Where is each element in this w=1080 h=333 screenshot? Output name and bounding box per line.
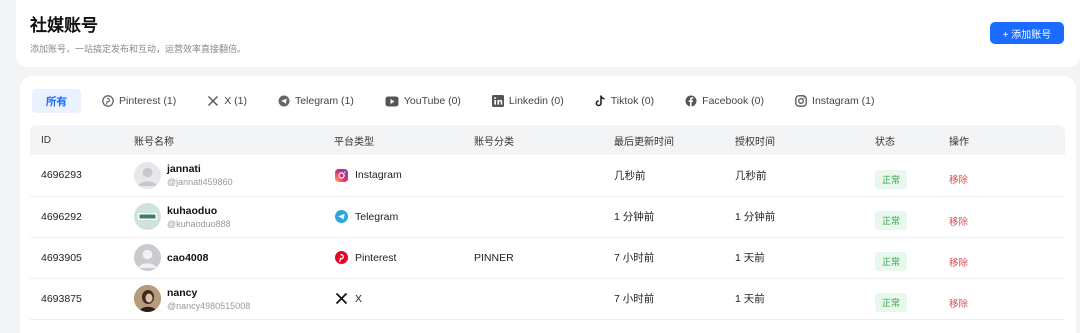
table-header-row: ID 账号名称 平台类型 账号分类 最后更新时间 授权时间 状态 操作: [30, 125, 1065, 155]
remove-button[interactable]: 移除: [949, 255, 968, 269]
page-subtitle: 添加账号，一站搞定发布和互动，运营效率直接翻倍。: [30, 44, 247, 54]
account-handle: @nancy4980515008: [167, 300, 251, 311]
account-cell: kuhaoduo @kuhaoduo888: [134, 203, 323, 230]
platform-name: X: [355, 292, 363, 305]
column-header-platform: 平台类型: [334, 136, 374, 148]
tab-label: YouTube (0): [403, 95, 461, 107]
pinterest-icon: [334, 251, 348, 265]
column-header-status: 状态: [875, 136, 895, 148]
page-header: 社媒账号 添加账号，一站搞定发布和互动，运营效率直接翻倍。 + 添加账号: [16, 0, 1080, 67]
remove-button[interactable]: 移除: [949, 214, 968, 228]
column-header-category: 账号分类: [474, 136, 514, 148]
x-icon: [207, 95, 219, 107]
status-badge: 正常: [875, 169, 908, 189]
platform-name: Pinterest: [355, 251, 397, 264]
account-handle: @jannati459860: [167, 177, 233, 188]
facebook-icon: [685, 95, 697, 107]
platform-cell: Pinterest: [334, 251, 463, 265]
account-name: cao4008: [167, 251, 209, 264]
tab-x[interactable]: X (1): [207, 89, 247, 113]
table-row: 4693905 cao4008 Pinterest PINNER 7 小时前 1…: [30, 237, 1065, 278]
remove-button[interactable]: 移除: [949, 296, 968, 310]
instagram-icon: [795, 95, 807, 107]
platform-tabs: 所有 Pinterest (1) X (1) Telegram (1) YouT…: [32, 89, 874, 113]
authorized-time: 1 分钟前: [735, 211, 776, 223]
tab-label: 所有: [46, 95, 67, 108]
last-updated: 7 小时前: [614, 293, 655, 305]
remove-button[interactable]: 移除: [949, 172, 968, 186]
column-header-actions: 操作: [949, 136, 969, 148]
authorized-time: 1 天前: [735, 252, 765, 264]
tab-all[interactable]: 所有: [32, 89, 81, 113]
avatar: [134, 203, 161, 230]
avatar-placeholder-icon: [134, 244, 161, 271]
account-id: 4693875: [41, 292, 82, 305]
avatar: [134, 285, 161, 312]
account-category: [463, 155, 603, 196]
account-name: jannati: [167, 163, 201, 176]
tab-instagram[interactable]: Instagram (1): [795, 89, 874, 113]
tab-pinterest[interactable]: Pinterest (1): [102, 89, 176, 113]
platform-cell: X: [334, 292, 463, 306]
column-header-authorized: 授权时间: [735, 136, 775, 148]
account-category: [463, 278, 603, 319]
table-row: 4696292 kuhaoduo @kuhaoduo888 Telegram 1…: [30, 196, 1065, 237]
tab-label: X (1): [224, 95, 247, 107]
telegram-icon: [334, 210, 348, 224]
status-badge: 正常: [875, 252, 908, 271]
tab-label: Instagram (1): [812, 95, 875, 107]
account-name: kuhaoduo: [167, 204, 218, 217]
accounts-panel: 所有 Pinterest (1) X (1) Telegram (1) YouT…: [20, 76, 1076, 333]
account-name: nancy: [167, 286, 198, 299]
status-badge: 正常: [875, 211, 908, 230]
instagram-icon: [334, 168, 348, 182]
x-icon: [334, 292, 348, 306]
platform-cell: Instagram: [334, 168, 463, 182]
account-id: 4696293: [41, 169, 82, 182]
page-title: 社媒账号: [30, 16, 98, 35]
account-category: PINNER: [474, 251, 514, 264]
avatar-placeholder-icon: [134, 161, 161, 189]
tab-linkedin[interactable]: Linkedin (0): [491, 89, 564, 113]
tab-facebook[interactable]: Facebook (0): [685, 89, 764, 113]
tab-telegram[interactable]: Telegram (1): [278, 89, 354, 113]
authorized-time: 几秒前: [735, 169, 767, 182]
column-header-last-updated: 最后更新时间: [614, 136, 674, 148]
table-row: 4693875 nancy @nancy4980515008 X 7 小时前 1…: [30, 278, 1065, 319]
tab-youtube[interactable]: YouTube (0): [385, 89, 461, 113]
tab-label: Tiktok (0): [610, 95, 655, 107]
linkedin-icon: [491, 95, 504, 107]
tiktok-icon: [595, 95, 606, 107]
tab-label: Pinterest (1): [119, 95, 177, 107]
account-id: 4696292: [41, 210, 82, 223]
account-cell: cao4008: [134, 244, 323, 271]
telegram-icon: [278, 95, 290, 107]
tab-label: Facebook (0): [702, 95, 765, 107]
last-updated: 几秒前: [614, 169, 646, 182]
account-category: [463, 196, 603, 237]
platform-name: Telegram: [355, 210, 399, 223]
platform-cell: Telegram: [334, 210, 463, 224]
account-cell: jannati @jannati459860: [134, 161, 323, 189]
last-updated: 1 分钟前: [614, 211, 655, 223]
tab-label: Linkedin (0): [508, 95, 564, 107]
platform-name: Instagram: [355, 169, 402, 182]
tab-label: Telegram (1): [294, 95, 354, 107]
account-id: 4693905: [41, 251, 82, 264]
column-header-id: ID: [41, 134, 51, 146]
youtube-icon: [385, 96, 399, 107]
table-row: 4696293 jannati @jannati459860 Instagram…: [30, 155, 1065, 196]
account-cell: nancy @nancy4980515008: [134, 285, 323, 312]
accounts-table: ID 账号名称 平台类型 账号分类 最后更新时间 授权时间 状态 操作 4696…: [30, 125, 1065, 320]
column-header-account-name: 账号名称: [134, 136, 174, 148]
add-account-button[interactable]: + 添加账号: [990, 22, 1064, 44]
last-updated: 7 小时前: [614, 252, 655, 264]
pinterest-icon: [102, 95, 114, 107]
status-badge: 正常: [875, 293, 908, 312]
tab-tiktok[interactable]: Tiktok (0): [595, 89, 654, 113]
account-handle: @kuhaoduo888: [167, 218, 231, 229]
authorized-time: 1 天前: [735, 293, 765, 305]
